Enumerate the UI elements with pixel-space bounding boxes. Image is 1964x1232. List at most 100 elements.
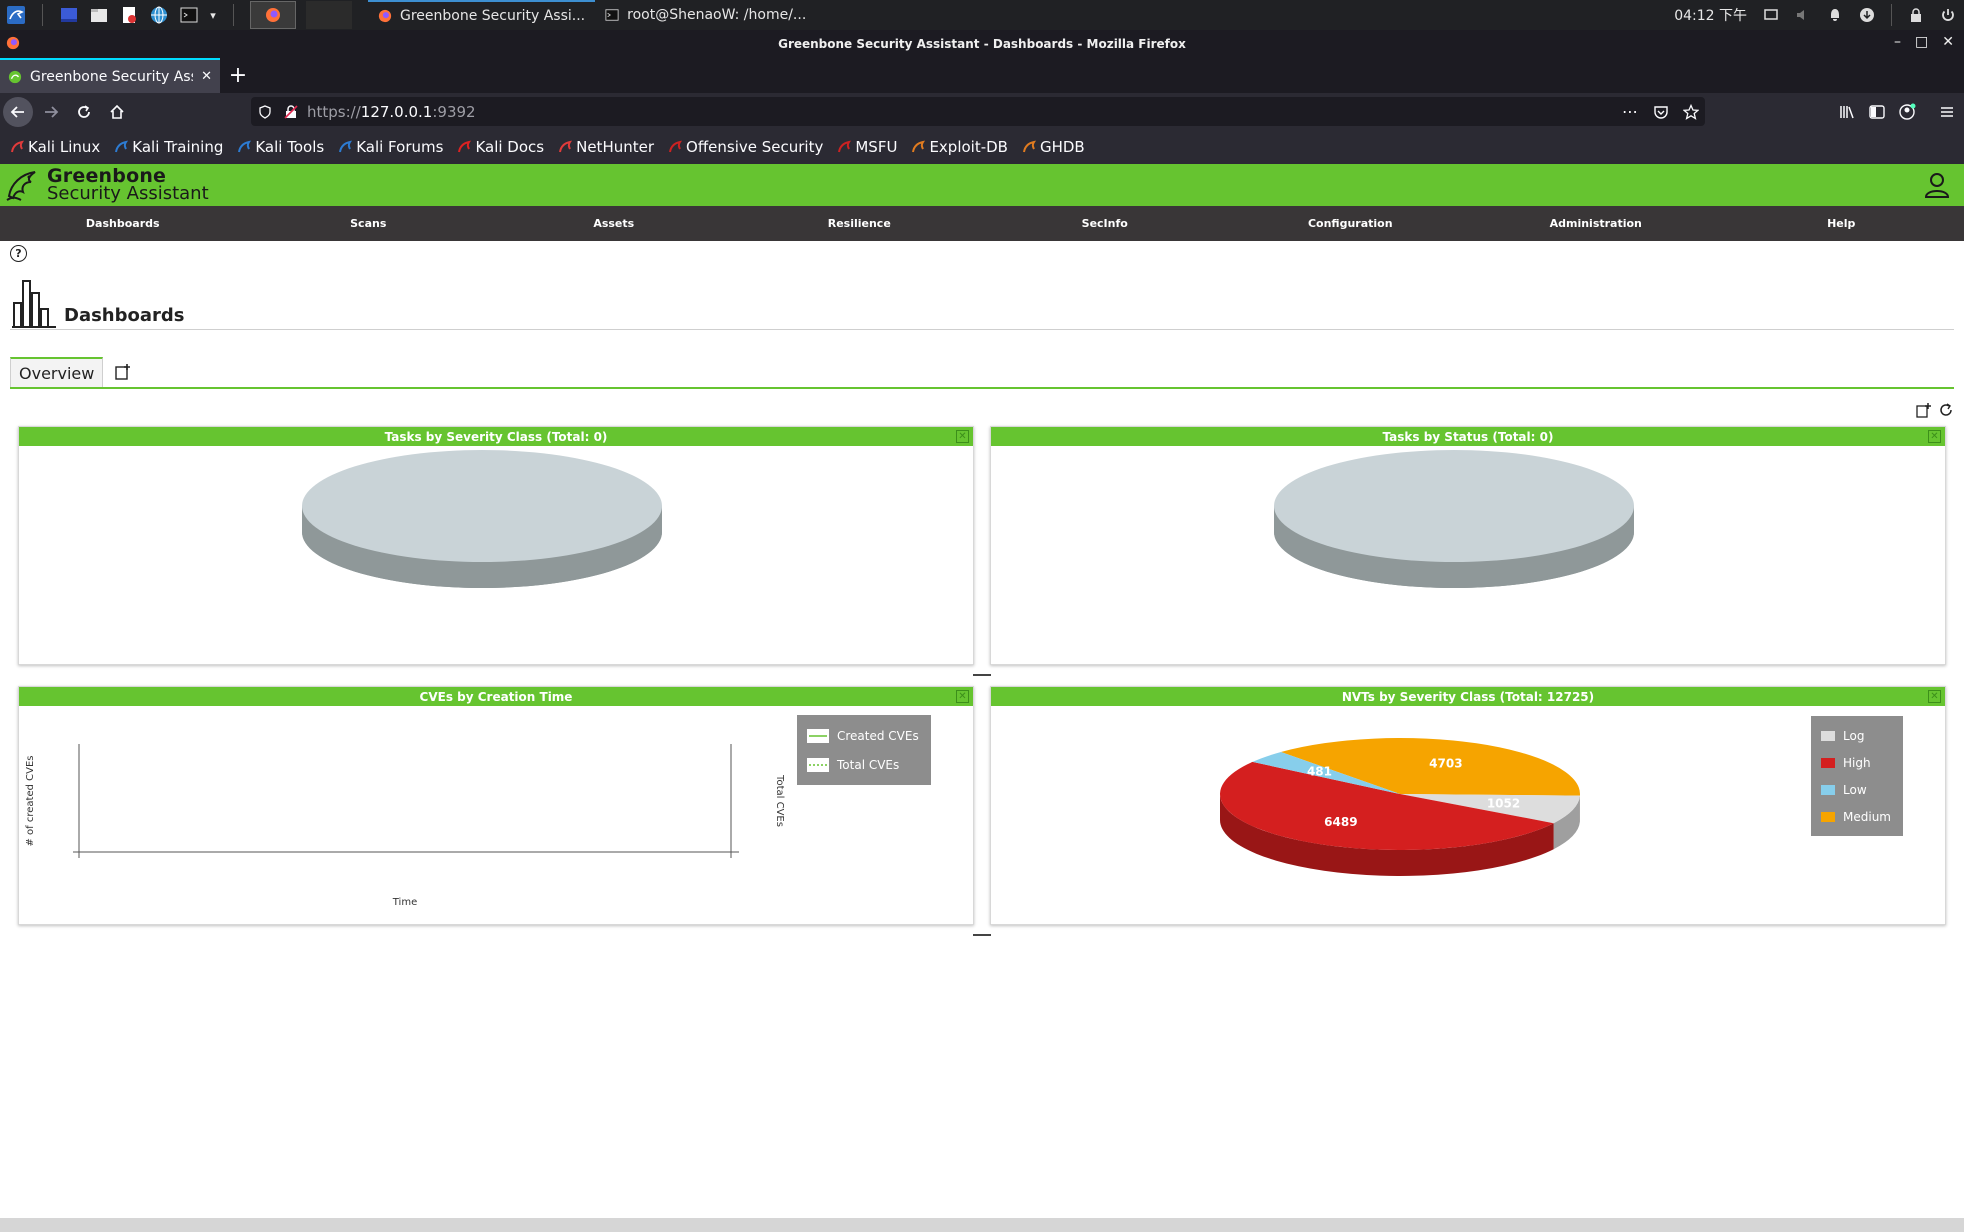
- menu-item-scans[interactable]: Scans: [246, 206, 492, 241]
- bookmark-item[interactable]: NetHunter: [558, 138, 654, 156]
- empty-pie-chart: [1274, 450, 1634, 588]
- panel-header[interactable]: NVTs by Severity Class (Total: 12725) ✕: [991, 687, 1945, 706]
- forward-button[interactable]: [36, 97, 66, 127]
- bookmark-item[interactable]: Kali Linux: [10, 138, 100, 156]
- launcher-dropdown-icon[interactable]: ▾: [207, 4, 219, 26]
- account-icon[interactable]: [1898, 103, 1916, 121]
- clock[interactable]: 04:12 下午: [1674, 5, 1747, 25]
- bookmarks-toolbar: Kali Linux Kali Training Kali Tools Kali Fo…: [0, 130, 1964, 164]
- menu-item-dashboards[interactable]: Dashboards: [0, 206, 246, 241]
- workspace-2[interactable]: [306, 1, 352, 29]
- home-button[interactable]: [102, 97, 132, 127]
- close-icon[interactable]: ✕: [1928, 690, 1941, 703]
- bookmark-item[interactable]: GHDB: [1022, 138, 1085, 156]
- legend-swatch: [1821, 730, 1835, 741]
- lock-icon[interactable]: [1908, 7, 1924, 23]
- update-icon[interactable]: [1859, 7, 1875, 23]
- panel-row-resize-handle[interactable]: [973, 674, 991, 676]
- window-controls: – □ ✕: [1894, 34, 1954, 50]
- library-icon[interactable]: [1838, 103, 1856, 121]
- legend-item-high[interactable]: High: [1821, 749, 1893, 776]
- sidebar-icon[interactable]: [1868, 103, 1886, 121]
- panel-tasks-by-severity: Tasks by Severity Class (Total: 0) ✕: [18, 426, 974, 665]
- kali-training-icon: [114, 140, 129, 154]
- shield-icon[interactable]: [257, 104, 273, 120]
- menu-item-resilience[interactable]: Resilience: [737, 206, 983, 241]
- back-button[interactable]: [3, 96, 33, 127]
- bookmark-label: Exploit-DB: [929, 138, 1008, 156]
- browser-tab-gsa[interactable]: Greenbone Security Assista ✕: [0, 58, 220, 93]
- bookmark-item[interactable]: Kali Training: [114, 138, 223, 156]
- close-window-icon[interactable]: ✕: [1942, 34, 1954, 50]
- menu-item-assets[interactable]: Assets: [491, 206, 737, 241]
- panel-row-resize-handle[interactable]: [973, 934, 991, 936]
- file-manager-icon[interactable]: [87, 4, 111, 26]
- power-icon[interactable]: [1940, 7, 1956, 23]
- terminal-icon[interactable]: [177, 4, 201, 26]
- new-tab-button[interactable]: +: [220, 58, 256, 93]
- maximize-icon[interactable]: □: [1915, 34, 1928, 50]
- bookmark-star-icon[interactable]: [1683, 103, 1699, 120]
- dashboard-tools: [1916, 402, 1954, 418]
- close-tab-icon[interactable]: ✕: [201, 69, 212, 84]
- reset-dashboard-icon[interactable]: [1938, 402, 1954, 418]
- ghdb-icon: [1022, 140, 1037, 154]
- pocket-icon[interactable]: [1653, 104, 1669, 120]
- user-menu-icon[interactable]: [1922, 170, 1952, 200]
- legend-item-low[interactable]: Low: [1821, 776, 1893, 803]
- display-icon[interactable]: [1763, 7, 1779, 23]
- taskbar-separator: [42, 4, 43, 26]
- text-editor-icon[interactable]: [117, 4, 141, 26]
- legend-item-medium[interactable]: Medium: [1821, 803, 1893, 830]
- kali-menu-icon[interactable]: [4, 4, 28, 26]
- legend-item-created[interactable]: Created CVEs: [807, 721, 921, 750]
- taskbar-task-terminal[interactable]: root@ShenaoW: /home/...: [595, 0, 816, 30]
- minimize-icon[interactable]: –: [1894, 34, 1901, 50]
- url-bar[interactable]: https://127.0.0.1:9392 ⋯: [251, 97, 1705, 126]
- page-actions-menu-icon[interactable]: ⋯: [1622, 102, 1639, 121]
- volume-icon[interactable]: [1795, 7, 1811, 23]
- menu-item-secinfo[interactable]: SecInfo: [982, 206, 1228, 241]
- greenbone-dragon-icon: [6, 171, 36, 201]
- taskbar-task-firefox[interactable]: Greenbone Security Assi...: [368, 0, 596, 30]
- insecure-lock-icon[interactable]: [283, 104, 299, 120]
- menu-item-configuration[interactable]: Configuration: [1228, 206, 1474, 241]
- bookmark-item[interactable]: MSFU: [837, 138, 897, 156]
- close-icon[interactable]: ✕: [956, 690, 969, 703]
- browser-globe-icon[interactable]: [147, 4, 171, 26]
- help-icon[interactable]: ?: [10, 245, 27, 262]
- panel-header[interactable]: Tasks by Severity Class (Total: 0) ✕: [19, 427, 973, 446]
- bookmark-item[interactable]: Kali Forums: [338, 138, 443, 156]
- menu-item-help[interactable]: Help: [1719, 206, 1964, 241]
- pie-value-label: 4703: [1429, 757, 1462, 771]
- close-icon[interactable]: ✕: [956, 430, 969, 443]
- new-dashboard-icon[interactable]: [113, 362, 133, 382]
- legend-item-log[interactable]: Log: [1821, 722, 1893, 749]
- nvt-severity-pie-chart: 4703 1052 6489 481: [1219, 738, 1580, 876]
- show-desktop-icon[interactable]: [57, 4, 81, 26]
- kali-tools-icon: [237, 140, 252, 154]
- menu-item-administration[interactable]: Administration: [1473, 206, 1719, 241]
- bookmark-item[interactable]: Exploit-DB: [911, 138, 1008, 156]
- panel-header[interactable]: CVEs by Creation Time ✕: [19, 687, 973, 706]
- reload-button[interactable]: [69, 97, 99, 127]
- kali-forums-icon: [338, 140, 353, 154]
- url-scheme: https://: [307, 102, 361, 121]
- greenbone-logo[interactable]: Greenbone Security Assistant: [5, 166, 209, 204]
- close-icon[interactable]: ✕: [1928, 430, 1941, 443]
- bookmark-item[interactable]: Offensive Security: [668, 138, 823, 156]
- bookmark-label: Kali Training: [132, 138, 224, 156]
- bookmark-item[interactable]: Kali Tools: [237, 138, 324, 156]
- chart-legend: Log High Low Medium: [1811, 716, 1903, 836]
- hamburger-menu-icon[interactable]: [1938, 103, 1956, 121]
- tab-overview[interactable]: Overview: [10, 357, 104, 387]
- legend-swatch: [1821, 811, 1835, 822]
- panel-header[interactable]: Tasks by Status (Total: 0) ✕: [991, 427, 1945, 446]
- browser-tab-strip: Greenbone Security Assista ✕ +: [0, 58, 1964, 93]
- add-display-icon[interactable]: [1916, 402, 1932, 418]
- bookmark-item[interactable]: Kali Docs: [457, 138, 544, 156]
- notification-bell-icon[interactable]: [1827, 7, 1843, 23]
- bookmark-label: Kali Linux: [28, 138, 101, 156]
- legend-item-total[interactable]: Total CVEs: [807, 750, 921, 779]
- workspace-1[interactable]: [250, 1, 296, 29]
